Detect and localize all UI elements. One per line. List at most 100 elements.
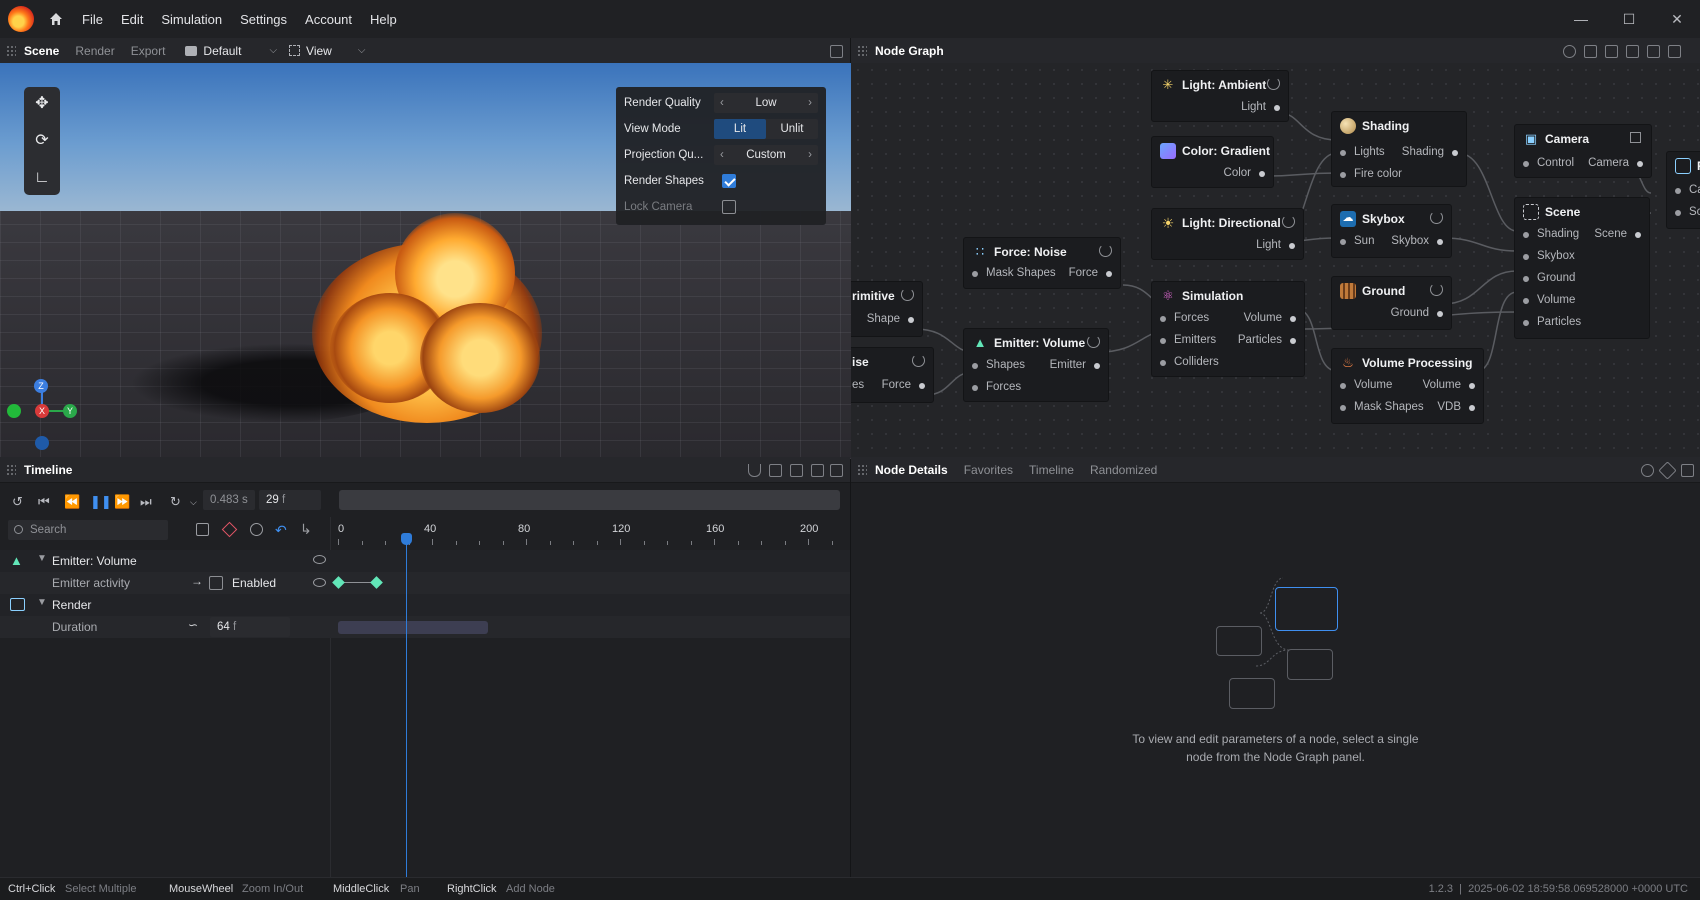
- time-seconds-field[interactable]: 0.483 s: [203, 490, 255, 510]
- maximize-icon[interactable]: ☐: [1620, 10, 1638, 28]
- snap-icon[interactable]: ↳: [300, 521, 312, 538]
- render-quality-stepper[interactable]: ‹ Low ›: [714, 93, 818, 113]
- port-light-out[interactable]: Light: [1256, 239, 1295, 251]
- drag-handle-icon[interactable]: [857, 44, 867, 57]
- node-light-ambient[interactable]: ✳ Light: Ambient Light: [1151, 70, 1289, 122]
- view-mode-unlit[interactable]: Unlit: [766, 119, 818, 139]
- port-lights-in[interactable]: Lights: [1340, 146, 1385, 158]
- port-scene-out[interactable]: Scene: [1594, 228, 1641, 240]
- chevron-down-icon[interactable]: ▼: [37, 597, 47, 608]
- tab-node-details[interactable]: Node Details: [875, 463, 948, 477]
- view-mode-lit[interactable]: Lit: [714, 119, 766, 139]
- playhead-handle[interactable]: [401, 533, 413, 545]
- port-volume-in[interactable]: Volume: [1522, 294, 1575, 306]
- chevron-right-icon[interactable]: ›: [808, 145, 812, 165]
- chevron-down-icon[interactable]: ⌵: [190, 497, 197, 508]
- fit-view-icon[interactable]: [1647, 45, 1660, 58]
- node-ground[interactable]: Ground Ground: [1331, 276, 1452, 330]
- lock-camera-checkbox[interactable]: [722, 200, 736, 214]
- port-fire-color-in[interactable]: Fire color: [1340, 168, 1402, 180]
- node-scene[interactable]: Scene Shading Skybox Ground Volume Parti…: [1514, 197, 1650, 339]
- port-ground-in[interactable]: Ground: [1522, 272, 1575, 284]
- eye-icon[interactable]: [313, 578, 326, 587]
- chevron-down-icon[interactable]: ▼: [37, 553, 47, 564]
- menu-simulation[interactable]: Simulation: [161, 12, 222, 27]
- power-icon[interactable]: [912, 354, 925, 367]
- menu-account[interactable]: Account: [305, 12, 352, 27]
- tab-favorites[interactable]: Favorites: [964, 463, 1013, 477]
- fullscreen-icon[interactable]: [1681, 464, 1694, 477]
- scale-icon[interactable]: ∟: [33, 169, 51, 187]
- curve-editor-icon[interactable]: [196, 523, 209, 536]
- power-icon[interactable]: [1430, 211, 1443, 224]
- port-mask-shapes-in[interactable]: Mask Shapes: [1340, 401, 1424, 413]
- duration-bar[interactable]: [338, 621, 489, 634]
- duration-field[interactable]: 64 f: [210, 617, 290, 637]
- reset-icon[interactable]: ↺: [12, 494, 23, 510]
- port-shading-out[interactable]: Shading: [1402, 146, 1459, 158]
- expand-icon[interactable]: [811, 464, 824, 477]
- link-icon[interactable]: ↶: [275, 522, 287, 539]
- fullscreen-icon[interactable]: [1668, 45, 1681, 58]
- node-light-directional[interactable]: ☀ Light: Directional Light: [1151, 208, 1304, 260]
- power-icon[interactable]: [901, 288, 914, 301]
- preset-dropdown[interactable]: Default ⌵: [185, 44, 277, 58]
- port-emitters-in[interactable]: Emitters: [1159, 334, 1216, 346]
- skip-start-icon[interactable]: ⏮: [38, 494, 50, 510]
- port-particles-out[interactable]: Particles: [1238, 334, 1297, 346]
- port-shapes-in[interactable]: Shapes: [971, 359, 1025, 371]
- tab-scene[interactable]: Scene: [24, 44, 59, 58]
- record-icon[interactable]: [250, 523, 263, 536]
- diamond-icon[interactable]: [1658, 461, 1677, 480]
- track-render[interactable]: ▼ Render: [0, 594, 850, 616]
- timeline-scrollbar[interactable]: [339, 490, 840, 510]
- port-skybox-in[interactable]: Skybox: [1523, 250, 1575, 262]
- port-shading-in[interactable]: Shading: [1522, 228, 1579, 240]
- tab-render[interactable]: Render: [75, 44, 114, 58]
- tab-randomized[interactable]: Randomized: [1090, 463, 1157, 477]
- node-graph-canvas[interactable]: rimitive Shape ise es Force ∷ Force: Noi…: [851, 63, 1700, 459]
- power-icon[interactable]: [1430, 283, 1443, 296]
- pause-icon[interactable]: ❚❚: [90, 494, 112, 510]
- collapse-icon[interactable]: [1626, 45, 1639, 58]
- drag-handle-icon[interactable]: [857, 463, 867, 476]
- projection-stepper[interactable]: ‹ Custom ›: [714, 145, 818, 165]
- port-volume-out[interactable]: Volume: [1423, 379, 1476, 391]
- port-ground-out[interactable]: Ground: [1391, 307, 1444, 319]
- drag-handle-icon[interactable]: [6, 463, 16, 476]
- drag-handle-icon[interactable]: [6, 44, 16, 57]
- loop-icon[interactable]: ↻: [170, 494, 181, 510]
- fit-icon[interactable]: [790, 464, 803, 477]
- port-particles-in[interactable]: Particles: [1522, 316, 1581, 328]
- menu-file[interactable]: File: [82, 12, 103, 27]
- port-volume-out[interactable]: Volume: [1244, 312, 1297, 324]
- node-emitter-volume[interactable]: ▲ Emitter: Volume Shapes Forces Emitter: [963, 328, 1109, 402]
- port-colliders-in[interactable]: Colliders: [1160, 356, 1219, 368]
- port-volume-in[interactable]: Volume: [1339, 379, 1392, 391]
- node-simulation[interactable]: ⚛ Simulation Forces Emitters Colliders V…: [1151, 281, 1305, 377]
- chevron-right-icon[interactable]: ›: [808, 93, 812, 113]
- port-scene-in[interactable]: Sc: [1674, 206, 1700, 218]
- port-forces-in[interactable]: Forces: [1159, 312, 1209, 324]
- menu-settings[interactable]: Settings: [240, 12, 287, 27]
- move-icon[interactable]: ✥: [33, 95, 51, 113]
- frame-field[interactable]: 29 f: [259, 490, 321, 510]
- track-emitter-activity[interactable]: Emitter activity → Enabled: [0, 572, 850, 594]
- port-color-out[interactable]: Color: [1224, 167, 1266, 179]
- step-back-icon[interactable]: ⏪: [64, 494, 80, 510]
- add-keyframe-icon[interactable]: [221, 521, 238, 538]
- shrink-icon[interactable]: [769, 464, 782, 477]
- rotate-icon[interactable]: ⟳: [33, 132, 51, 150]
- close-icon[interactable]: ✕: [1668, 10, 1686, 28]
- port-force-out[interactable]: Force: [1069, 267, 1113, 279]
- chevron-left-icon[interactable]: ‹: [720, 93, 724, 113]
- scene-viewport[interactable]: ✥ ⟳ ∟ Z X Y Render Quality ‹ Low › View …: [0, 63, 855, 459]
- port-emitter-out[interactable]: Emitter: [1050, 359, 1101, 371]
- group-icon[interactable]: [1605, 45, 1618, 58]
- port-skybox-out[interactable]: Skybox: [1391, 235, 1443, 247]
- power-icon[interactable]: [1267, 77, 1280, 90]
- render-shapes-checkbox[interactable]: [722, 174, 736, 188]
- power-icon[interactable]: [1099, 244, 1112, 257]
- port-mask-shapes-in[interactable]: Mask Shapes: [972, 267, 1056, 279]
- search-icon[interactable]: [1641, 464, 1654, 477]
